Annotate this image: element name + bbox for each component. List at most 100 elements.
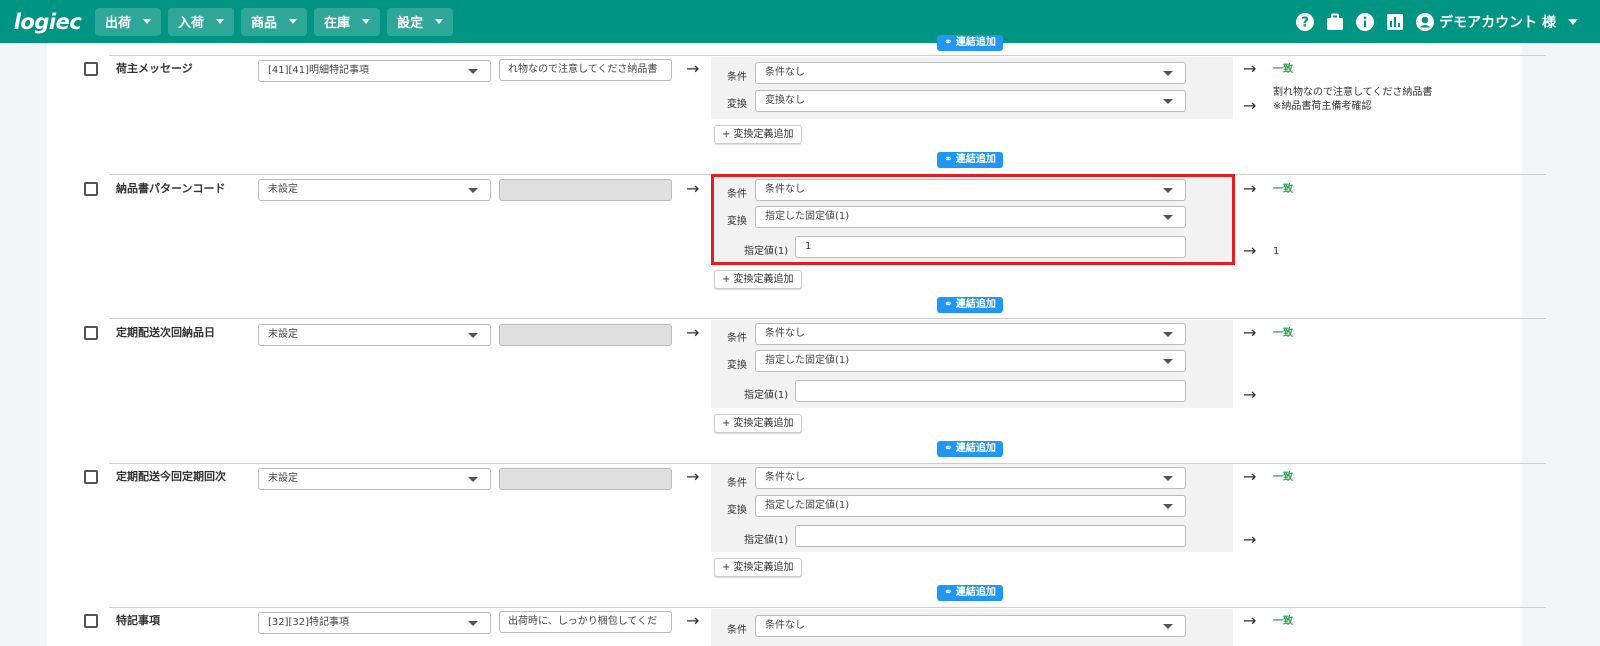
field-label: 納品書パターンコード <box>116 182 226 195</box>
arrow-right-icon: → <box>686 611 700 630</box>
result-line-1: 割れ物なので注意してくださ納品書 <box>1273 87 1433 98</box>
arrow-right-icon: → <box>1243 59 1257 78</box>
link-icon: ⚭ <box>944 299 956 310</box>
arrow-right-icon: → <box>1243 179 1257 198</box>
arrow-right-icon: → <box>1243 611 1257 630</box>
row-checkbox[interactable] <box>84 62 98 76</box>
source-select[interactable]: 未設定 <box>258 179 491 201</box>
link-icon: ⚭ <box>944 587 956 598</box>
mapping-row <box>109 318 1546 319</box>
source-select[interactable]: [32][32]特記事項 <box>258 612 491 634</box>
conversion-select-value: 指定した固定値(1) <box>765 355 850 366</box>
source-select[interactable]: [41][41]明細特記事項 <box>258 60 491 82</box>
chevron-down-icon <box>1163 624 1173 629</box>
condition-select[interactable]: 条件なし <box>755 467 1186 489</box>
logo[interactable]: logiec <box>0 0 95 43</box>
row-checkbox[interactable] <box>84 182 98 196</box>
arrow-right-icon: → <box>686 323 700 342</box>
source-select[interactable]: 未設定 <box>258 468 491 490</box>
sample-value <box>499 179 672 201</box>
user-name[interactable]: デモアカウント 様 <box>1439 12 1556 32</box>
source-select-value: 未設定 <box>268 329 298 340</box>
svg-text:?: ? <box>1301 15 1309 30</box>
top-navbar: logiec 出荷 入荷 商品 在庫 設定 ? デモアカウント 様 <box>0 0 1600 43</box>
conversion-select[interactable]: 指定した固定値(1) <box>755 350 1186 372</box>
account-icon[interactable] <box>1415 12 1435 32</box>
row-checkbox[interactable] <box>84 470 98 484</box>
arrow-right-icon: → <box>686 179 700 198</box>
nav-inventory[interactable]: 在庫 <box>314 7 381 36</box>
condition-select-value: 条件なし <box>765 472 805 483</box>
conversion-label: 変換 <box>727 360 747 371</box>
condition-select-value: 条件なし <box>765 328 805 339</box>
link-add-button[interactable]: ⚭ 連結追加 <box>937 35 1003 51</box>
top-right-tools: ? デモアカウント 様 <box>1285 0 1578 43</box>
chevron-down-icon[interactable] <box>1568 18 1578 25</box>
mapping-row <box>109 607 1546 608</box>
chevron-down-icon <box>468 188 478 193</box>
match-result: 一致 <box>1273 328 1293 339</box>
condition-select-value: 条件なし <box>765 67 805 78</box>
link-add-button[interactable]: ⚭ 連結追加 <box>937 297 1003 313</box>
fixed-value-input[interactable] <box>795 525 1186 547</box>
chevron-down-icon <box>435 19 444 24</box>
conversion-label: 変換 <box>727 99 747 110</box>
link-icon: ⚭ <box>944 443 956 454</box>
condition-label: 条件 <box>727 478 747 489</box>
nav-products[interactable]: 商品 <box>241 7 308 36</box>
nav-receiving[interactable]: 入荷 <box>168 7 235 36</box>
conversion-label: 変換 <box>727 505 747 516</box>
match-result: 一致 <box>1273 472 1293 483</box>
nav-shipping-label: 出荷 <box>105 16 132 31</box>
conversion-select[interactable]: 変換なし <box>755 90 1186 112</box>
arrow-right-icon: → <box>1243 530 1257 549</box>
help-icon[interactable]: ? <box>1295 12 1315 32</box>
chart-icon[interactable] <box>1385 12 1405 32</box>
conversion-select[interactable]: 指定した固定値(1) <box>755 495 1186 517</box>
nav-settings[interactable]: 設定 <box>387 7 454 36</box>
add-definition-button[interactable]: + 変換定義追加 <box>714 125 802 144</box>
sample-value: れ物なので注意してくださ納品書 <box>499 59 672 81</box>
row-checkbox[interactable] <box>84 614 98 628</box>
chevron-down-icon <box>1163 504 1173 509</box>
arrow-right-icon: → <box>1243 96 1257 115</box>
condition-label: 条件 <box>727 72 747 83</box>
condition-select[interactable]: 条件なし <box>755 323 1186 345</box>
chevron-down-icon <box>1163 99 1173 104</box>
link-add-button[interactable]: ⚭ 連結追加 <box>937 585 1003 601</box>
add-definition-button[interactable]: + 変換定義追加 <box>714 558 802 577</box>
chevron-down-icon <box>143 19 152 24</box>
condition-select[interactable]: 条件なし <box>755 62 1186 84</box>
chevron-down-icon <box>1163 71 1173 76</box>
source-select[interactable]: 未設定 <box>258 324 491 346</box>
link-add-button[interactable]: ⚭ 連結追加 <box>937 441 1003 457</box>
chevron-down-icon <box>1163 359 1173 364</box>
source-select-value: [41][41]明細特記事項 <box>268 65 370 76</box>
chevron-down-icon <box>468 333 478 338</box>
chevron-down-icon <box>362 19 371 24</box>
link-add-button[interactable]: ⚭ 連結追加 <box>937 152 1003 168</box>
condition-select[interactable]: 条件なし <box>755 615 1186 637</box>
info-icon[interactable] <box>1355 12 1375 32</box>
briefcase-icon[interactable] <box>1325 12 1345 32</box>
mapping-row <box>109 55 1546 56</box>
chevron-down-icon <box>468 69 478 74</box>
condition-label: 条件 <box>727 625 747 636</box>
highlight-box <box>711 174 1235 265</box>
field-label: 特記事項 <box>116 614 160 627</box>
add-definition-button[interactable]: + 変換定義追加 <box>714 270 802 289</box>
arrow-right-icon: → <box>1243 385 1257 404</box>
link-add-label: 連結追加 <box>955 443 996 454</box>
nav-products-label: 商品 <box>251 16 278 31</box>
chevron-down-icon <box>216 19 225 24</box>
condition-label: 条件 <box>727 333 747 344</box>
link-icon: ⚭ <box>944 37 956 48</box>
source-select-value: [32][32]特記事項 <box>268 617 350 628</box>
add-definition-button[interactable]: + 変換定義追加 <box>714 414 802 433</box>
conversion-select-value: 変換なし <box>765 95 805 106</box>
field-label: 定期配送今回定期回次 <box>116 470 226 483</box>
row-checkbox[interactable] <box>84 326 98 340</box>
nav-shipping[interactable]: 出荷 <box>95 7 162 36</box>
field-label: 定期配送次回納品日 <box>116 326 215 339</box>
fixed-value-input[interactable] <box>795 380 1186 402</box>
